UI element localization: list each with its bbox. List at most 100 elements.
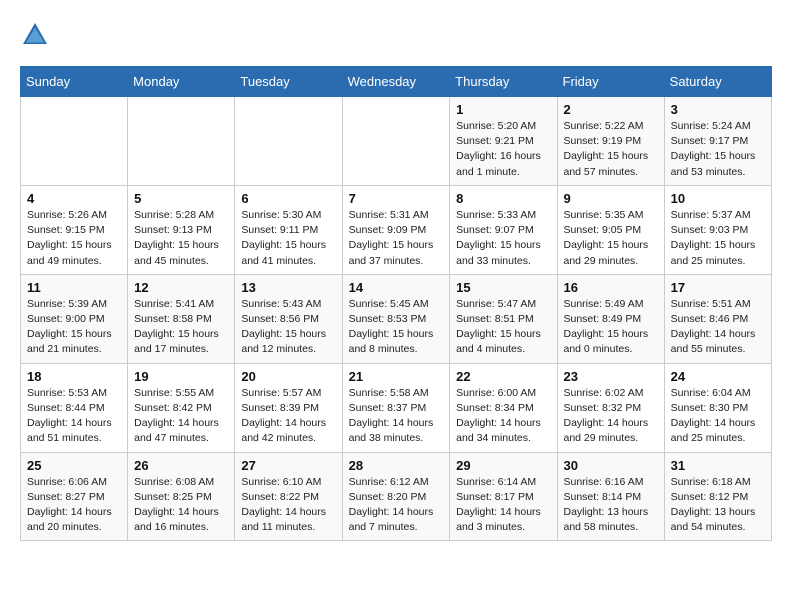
page-header [20,20,772,50]
day-info: Sunrise: 5:43 AM Sunset: 8:56 PM Dayligh… [241,297,335,358]
day-info: Sunrise: 5:31 AM Sunset: 9:09 PM Dayligh… [349,208,444,269]
calendar-cell: 2Sunrise: 5:22 AM Sunset: 9:19 PM Daylig… [557,97,664,186]
calendar-week-row: 18 Sunrise: 5:53 AM Sunset: 8:44 PM Dayli… [21,363,772,452]
day-info: Sunrise: 6:12 AM Sunset: 8:20 PM Dayligh… [349,475,444,536]
weekday-header-row: SundayMondayTuesdayWednesdayThursdayFrid… [21,67,772,97]
day-number: 4 [27,191,121,206]
calendar-cell: 25Sunrise: 6:06 AM Sunset: 8:27 PM Dayli… [21,452,128,541]
calendar-cell: 6 Sunrise: 5:30 AM Sunset: 9:11 PM Daylig… [235,185,342,274]
calendar-cell [128,97,235,186]
day-info: Sunrise: 5:20 AM Sunset: 9:21 PM Dayligh… [456,119,550,180]
day-number: 21 [349,369,444,384]
day-number: 15 [456,280,550,295]
day-info: Sunrise: 5:57 AM Sunset: 8:39 PM Dayligh… [241,386,335,447]
day-info: Sunrise: 6:18 AM Sunset: 8:12 PM Dayligh… [671,475,765,536]
calendar-cell: 21 Sunrise: 5:58 AM Sunset: 8:37 PM Dayli… [342,363,450,452]
calendar-cell: 8 Sunrise: 5:33 AM Sunset: 9:07 PM Daylig… [450,185,557,274]
weekday-header: Tuesday [235,67,342,97]
day-info: Sunrise: 6:14 AM Sunset: 8:17 PM Dayligh… [456,475,550,536]
day-info: Sunrise: 5:41 AM Sunset: 8:58 PM Dayligh… [134,297,228,358]
calendar-cell: 30 Sunrise: 6:16 AM Sunset: 8:14 PM Dayli… [557,452,664,541]
day-number: 20 [241,369,335,384]
day-number: 5 [134,191,228,206]
day-info: Sunrise: 5:39 AM Sunset: 9:00 PM Dayligh… [27,297,121,358]
day-number: 8 [456,191,550,206]
calendar-cell: 24 Sunrise: 6:04 AM Sunset: 8:30 PM Dayli… [664,363,771,452]
calendar-cell [235,97,342,186]
calendar-cell: 28 Sunrise: 6:12 AM Sunset: 8:20 PM Dayli… [342,452,450,541]
day-number: 24 [671,369,765,384]
day-info: Sunrise: 5:55 AM Sunset: 8:42 PM Dayligh… [134,386,228,447]
day-number: 19 [134,369,228,384]
day-number: 14 [349,280,444,295]
calendar-cell: 31Sunrise: 6:18 AM Sunset: 8:12 PM Dayli… [664,452,771,541]
calendar-cell: 13 Sunrise: 5:43 AM Sunset: 8:56 PM Dayli… [235,274,342,363]
day-info: Sunrise: 5:58 AM Sunset: 8:37 PM Dayligh… [349,386,444,447]
day-info: Sunrise: 5:47 AM Sunset: 8:51 PM Dayligh… [456,297,550,358]
day-info: Sunrise: 5:53 AM Sunset: 8:44 PM Dayligh… [27,386,121,447]
calendar-week-row: 11 Sunrise: 5:39 AM Sunset: 9:00 PM Dayli… [21,274,772,363]
day-number: 9 [564,191,658,206]
logo-icon [20,20,50,50]
day-number: 12 [134,280,228,295]
day-number: 11 [27,280,121,295]
day-number: 25 [27,458,121,473]
day-info: Sunrise: 5:37 AM Sunset: 9:03 PM Dayligh… [671,208,765,269]
day-number: 27 [241,458,335,473]
day-info: Sunrise: 6:04 AM Sunset: 8:30 PM Dayligh… [671,386,765,447]
calendar-cell: 22Sunrise: 6:00 AM Sunset: 8:34 PM Dayli… [450,363,557,452]
day-info: Sunrise: 5:33 AM Sunset: 9:07 PM Dayligh… [456,208,550,269]
day-info: Sunrise: 6:08 AM Sunset: 8:25 PM Dayligh… [134,475,228,536]
calendar-cell: 3 Sunrise: 5:24 AM Sunset: 9:17 PM Daylig… [664,97,771,186]
day-number: 18 [27,369,121,384]
day-info: Sunrise: 5:28 AM Sunset: 9:13 PM Dayligh… [134,208,228,269]
calendar-cell: 10 Sunrise: 5:37 AM Sunset: 9:03 PM Dayli… [664,185,771,274]
calendar-cell: 17Sunrise: 5:51 AM Sunset: 8:46 PM Dayli… [664,274,771,363]
calendar-week-row: 25Sunrise: 6:06 AM Sunset: 8:27 PM Dayli… [21,452,772,541]
day-info: Sunrise: 5:30 AM Sunset: 9:11 PM Dayligh… [241,208,335,269]
day-info: Sunrise: 6:16 AM Sunset: 8:14 PM Dayligh… [564,475,658,536]
day-info: Sunrise: 5:51 AM Sunset: 8:46 PM Dayligh… [671,297,765,358]
calendar-cell: 12 Sunrise: 5:41 AM Sunset: 8:58 PM Dayli… [128,274,235,363]
day-number: 23 [564,369,658,384]
calendar-cell: 7 Sunrise: 5:31 AM Sunset: 9:09 PM Daylig… [342,185,450,274]
calendar-cell: 23 Sunrise: 6:02 AM Sunset: 8:32 PM Dayli… [557,363,664,452]
day-number: 10 [671,191,765,206]
calendar-cell: 11 Sunrise: 5:39 AM Sunset: 9:00 PM Dayli… [21,274,128,363]
day-number: 22 [456,369,550,384]
day-number: 29 [456,458,550,473]
calendar-week-row: 1 Sunrise: 5:20 AM Sunset: 9:21 PM Daylig… [21,97,772,186]
day-info: Sunrise: 5:35 AM Sunset: 9:05 PM Dayligh… [564,208,658,269]
day-number: 16 [564,280,658,295]
calendar-cell: 14 Sunrise: 5:45 AM Sunset: 8:53 PM Dayli… [342,274,450,363]
calendar-cell: 26 Sunrise: 6:08 AM Sunset: 8:25 PM Dayli… [128,452,235,541]
calendar-cell: 9 Sunrise: 5:35 AM Sunset: 9:05 PM Daylig… [557,185,664,274]
weekday-header: Friday [557,67,664,97]
day-info: Sunrise: 5:26 AM Sunset: 9:15 PM Dayligh… [27,208,121,269]
logo [20,20,54,50]
day-number: 28 [349,458,444,473]
day-number: 7 [349,191,444,206]
weekday-header: Monday [128,67,235,97]
calendar-cell: 20 Sunrise: 5:57 AM Sunset: 8:39 PM Dayli… [235,363,342,452]
weekday-header: Sunday [21,67,128,97]
day-number: 13 [241,280,335,295]
day-number: 30 [564,458,658,473]
calendar-table: SundayMondayTuesdayWednesdayThursdayFrid… [20,66,772,541]
day-info: Sunrise: 5:24 AM Sunset: 9:17 PM Dayligh… [671,119,765,180]
calendar-cell: 1 Sunrise: 5:20 AM Sunset: 9:21 PM Daylig… [450,97,557,186]
day-info: Sunrise: 5:49 AM Sunset: 8:49 PM Dayligh… [564,297,658,358]
weekday-header: Thursday [450,67,557,97]
day-number: 1 [456,102,550,117]
day-info: Sunrise: 5:45 AM Sunset: 8:53 PM Dayligh… [349,297,444,358]
day-number: 6 [241,191,335,206]
day-number: 3 [671,102,765,117]
calendar-cell: 19 Sunrise: 5:55 AM Sunset: 8:42 PM Dayli… [128,363,235,452]
day-info: Sunrise: 6:02 AM Sunset: 8:32 PM Dayligh… [564,386,658,447]
calendar-cell: 29 Sunrise: 6:14 AM Sunset: 8:17 PM Dayli… [450,452,557,541]
calendar-week-row: 4 Sunrise: 5:26 AM Sunset: 9:15 PM Daylig… [21,185,772,274]
calendar-cell: 16 Sunrise: 5:49 AM Sunset: 8:49 PM Dayli… [557,274,664,363]
day-number: 26 [134,458,228,473]
calendar-cell [342,97,450,186]
calendar-cell: 4 Sunrise: 5:26 AM Sunset: 9:15 PM Daylig… [21,185,128,274]
